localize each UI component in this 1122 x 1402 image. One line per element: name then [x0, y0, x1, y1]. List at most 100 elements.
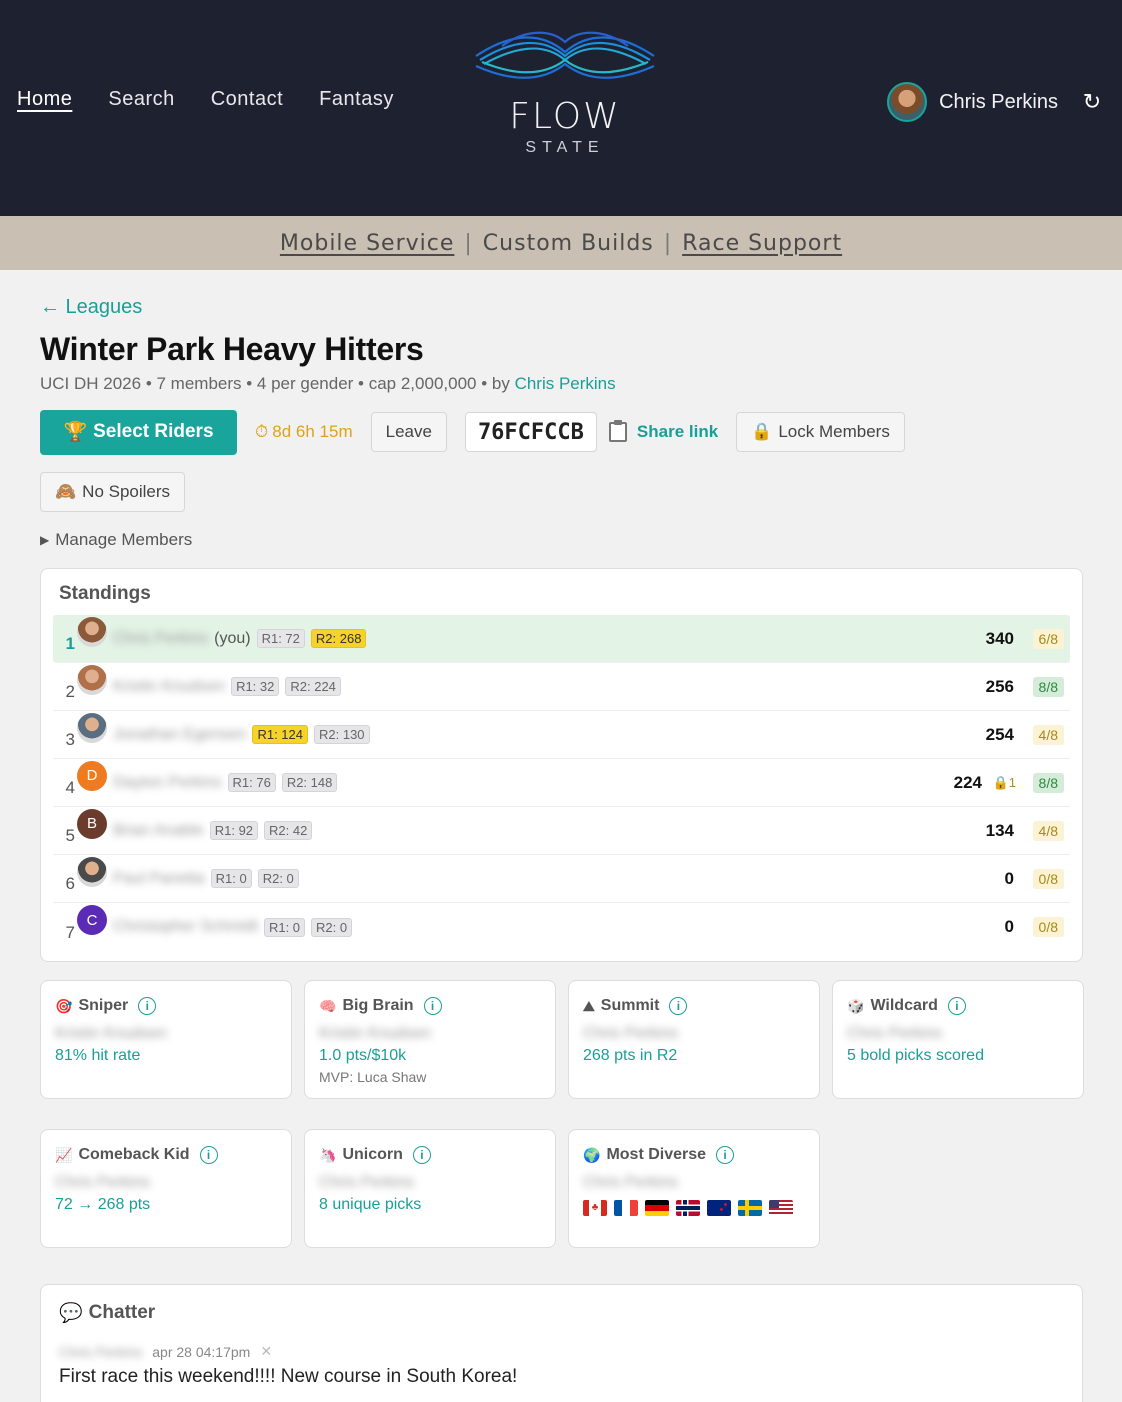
timer-text: 8d 6h 15m	[272, 422, 353, 441]
disclosure-triangle-icon: ▶	[40, 533, 50, 547]
back-to-leagues-link[interactable]: ← Leagues	[40, 296, 142, 319]
standings-card: Standings 1 Chris Perkins (you) R1: 72 R2: 2…	[40, 568, 1083, 962]
avatar	[77, 616, 107, 647]
clock-icon: ⏱	[255, 422, 269, 441]
picks-ratio-badge: 0/8	[1032, 868, 1064, 889]
select-riders-button[interactable]: 🏆 Select Riders	[40, 409, 237, 455]
nav-fantasy[interactable]: Fantasy	[319, 88, 394, 111]
unicorn-icon: 🦄	[319, 1146, 337, 1163]
round1-score-badge: R1: 0	[263, 917, 306, 937]
award-unicorn[interactable]: 🦄 Unicorn i Chris Perkins 8 unique picks	[304, 1129, 556, 1248]
award-title: Sniper	[78, 997, 129, 1014]
mobile-service-link[interactable]: Mobile Service	[280, 231, 454, 256]
custom-builds-text: Custom Builds	[482, 230, 654, 256]
flow-state-logo[interactable]: FLOW STATE	[470, 24, 660, 157]
avatar: D	[77, 760, 107, 791]
manage-members-toggle[interactable]: ▶ Manage Members	[40, 530, 1083, 550]
chat-message-meta: Chris Perkins apr 28 04:17pm ✕	[59, 1343, 1064, 1360]
delete-message-icon[interactable]: ✕	[260, 1343, 272, 1360]
share-link-label: Share link	[636, 422, 719, 441]
target-icon: 🎯	[55, 997, 73, 1014]
divider: |	[663, 230, 673, 256]
service-banner: Mobile Service | Custom Builds | Race Su…	[0, 216, 1122, 270]
round1-score-badge: R1: 92	[209, 821, 259, 840]
award-comeback-kid[interactable]: 📈 Comeback Kid i Chris Perkins 72 → 268 pt…	[40, 1129, 292, 1248]
user-menu[interactable]: Chris Perkins	[887, 82, 1058, 122]
share-link-button[interactable]: Share link	[608, 420, 719, 442]
invite-code[interactable]: 76FCFCCB	[464, 412, 597, 452]
no-spoilers-label: No Spoilers	[82, 482, 171, 501]
speech-bubble-icon: 💬	[59, 1303, 83, 1324]
award-stat: 268 pts in R2	[583, 1047, 678, 1064]
usa-flag-icon	[769, 1200, 793, 1216]
germany-flag-icon	[645, 1200, 669, 1216]
info-icon[interactable]: i	[138, 997, 157, 1015]
nav-search[interactable]: Search	[108, 88, 174, 111]
award-title: Summit	[600, 997, 660, 1014]
table-row[interactable]: 1 Chris Perkins (you) R1: 72 R2: 268 340 6/8	[53, 615, 1070, 663]
table-row[interactable]: 5 B Brian Anable R1: 92 R2: 42 134 4/8	[53, 807, 1070, 855]
league-meta-text: UCI DH 2026 • 7 members • 4 per gender •…	[40, 374, 515, 393]
league-actions: 🏆 Select Riders ⏱ 8d 6h 15m Leave 76FCFC…	[40, 409, 1083, 455]
refresh-icon[interactable]: ↻	[1080, 90, 1104, 114]
award-wildcard[interactable]: 🎲 Wildcard i Chris Perkins 5 bold picks sc…	[832, 980, 1084, 1099]
member-name: Brian Anable	[113, 821, 204, 839]
nav-home[interactable]: Home	[17, 88, 72, 111]
round1-score-badge: R1: 32	[231, 677, 280, 696]
info-icon[interactable]: i	[199, 1146, 218, 1164]
award-stat: 8 unique picks	[319, 1196, 422, 1213]
lock-icon: 🔒	[992, 774, 1009, 790]
standings-title: Standings	[59, 583, 151, 604]
award-title: Comeback Kid	[78, 1146, 190, 1163]
total-points: 224	[953, 772, 982, 792]
canada-flag-icon: ♣	[583, 1200, 607, 1216]
leave-button[interactable]: Leave	[370, 412, 447, 452]
info-icon[interactable]: i	[423, 997, 442, 1015]
award-big-brain[interactable]: 🧠 Big Brain i Kristin Knudsen 1.0 pts/$10k…	[304, 980, 556, 1099]
round2-score-badge: R2: 0	[311, 917, 353, 937]
info-icon[interactable]: i	[947, 997, 966, 1015]
nav-contact[interactable]: Contact	[211, 88, 283, 111]
total-points: 256	[985, 676, 1014, 696]
award-most-diverse[interactable]: 🌍 Most Diverse i Chris Perkins ♣	[568, 1129, 820, 1248]
brain-icon: 🧠	[319, 997, 337, 1014]
award-stat: 81% hit rate	[55, 1047, 141, 1064]
lock-members-button[interactable]: 🔒 Lock Members	[736, 412, 905, 452]
rank: 2	[65, 682, 75, 701]
select-riders-label: Select Riders	[93, 421, 214, 442]
picks-ratio-badge: 4/8	[1032, 820, 1064, 841]
award-winner: Chris Perkins	[319, 1174, 415, 1191]
divider: |	[464, 230, 473, 256]
round1-score-badge: R1: 124	[252, 725, 308, 744]
info-icon[interactable]: i	[669, 997, 688, 1015]
countdown-timer: ⏱ 8d 6h 15m	[255, 422, 353, 442]
table-row[interactable]: 6 Paul Panetta R1: 0 R2: 0 0 0/8	[53, 855, 1070, 903]
round2-score-badge: R2: 0	[257, 869, 299, 888]
award-summit[interactable]: ⛰ Summit i Chris Perkins 268 pts in R2	[568, 980, 820, 1099]
award-winner: Chris Perkins	[847, 1025, 943, 1042]
mountain-icon: ⛰	[583, 997, 595, 1014]
award-winner: Kristin Knudsen	[319, 1025, 432, 1042]
rank: 3	[65, 730, 75, 749]
table-row[interactable]: 3 Jonathan Egensen R1: 124 R2: 130 254 4/8	[53, 711, 1070, 759]
info-icon[interactable]: i	[716, 1146, 735, 1164]
lock-count: 1	[1008, 774, 1016, 790]
avatar	[77, 664, 107, 695]
round1-score-badge: R1: 0	[210, 869, 252, 888]
picks-ratio-badge: 0/8	[1032, 917, 1064, 937]
picks-ratio-badge: 6/8	[1032, 628, 1064, 649]
award-sniper[interactable]: 🎯 Sniper i Kristin Knudsen 81% hit rate	[40, 980, 292, 1099]
no-spoilers-button[interactable]: 🙈 No Spoilers	[40, 472, 186, 512]
round2-score-badge: R2: 268	[310, 629, 367, 648]
creator-link[interactable]: Chris Perkins	[515, 374, 616, 393]
table-row[interactable]: 2 Kristin Knudsen R1: 32 R2: 224 256 8/8	[53, 663, 1070, 711]
race-support-link[interactable]: Race Support	[682, 231, 842, 256]
chat-timestamp: apr 28 04:17pm	[152, 1343, 251, 1360]
avatar-initial: D	[86, 767, 98, 784]
member-name: Kristin Knudsen	[113, 677, 226, 695]
table-row[interactable]: 7 C Christopher Schmidt R1: 0 R2: 0 0 0/8	[53, 903, 1070, 951]
info-icon[interactable]: i	[412, 1146, 431, 1164]
table-row[interactable]: 4 D Dayton Perkins R1: 76 R2: 148 224 🔒1 8/8	[53, 759, 1070, 807]
manage-members-label: Manage Members	[55, 530, 193, 549]
round2-score-badge: R2: 224	[285, 677, 341, 696]
